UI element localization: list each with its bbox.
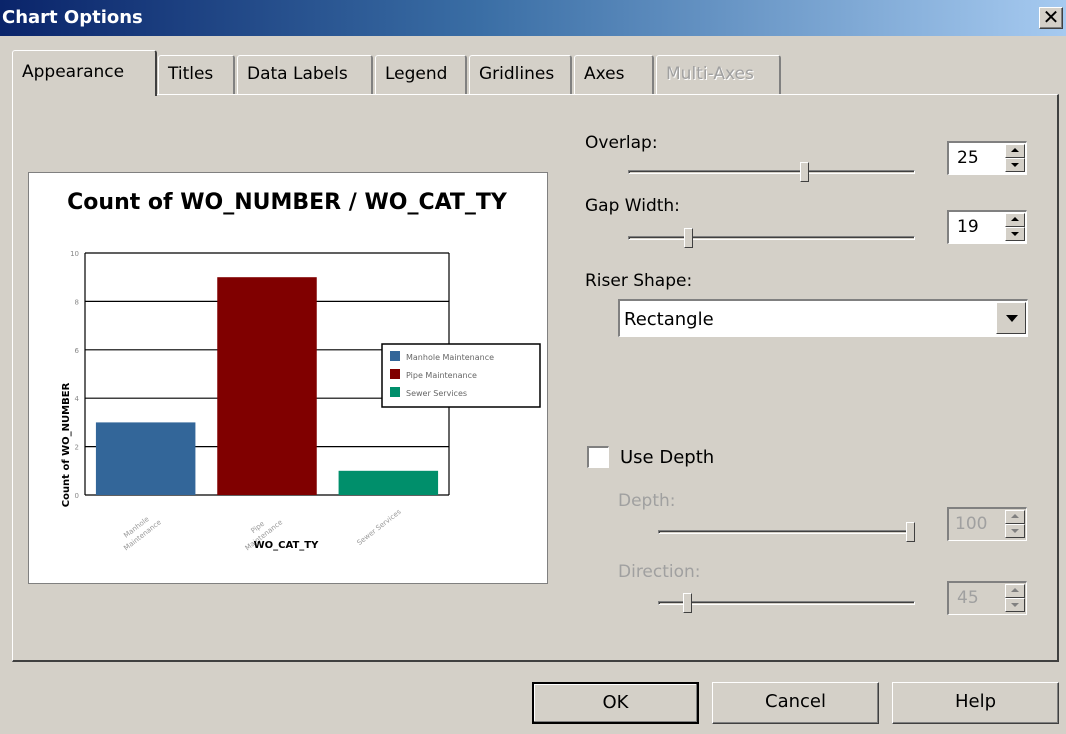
tab-label: Titles [168,64,214,84]
overlap-up-button[interactable] [1005,144,1025,158]
tab-gridlines[interactable]: Gridlines [469,55,572,95]
gap-width-up-button[interactable] [1005,213,1025,227]
tab-label: Axes [584,64,625,84]
gap-width-stepper[interactable]: 19 [947,210,1027,244]
dropdown-button[interactable] [996,302,1026,334]
depth-slider-thumb[interactable] [906,522,915,542]
tab-axes[interactable]: Axes [574,55,654,95]
direction-value: 45 [957,588,979,608]
legend-entry: Manhole Maintenance [406,353,494,362]
chart-title: Count of WO_NUMBER / WO_CAT_TY [67,190,508,215]
gap-width-slider[interactable] [628,236,915,240]
direction-down-button[interactable] [1005,598,1025,612]
close-button[interactable]: ✕ [1039,7,1063,29]
use-depth-checkbox[interactable] [587,446,609,468]
overlap-stepper[interactable]: 25 [947,141,1027,175]
x-axis-label: WO_CAT_TY [254,540,319,551]
close-icon: ✕ [1042,5,1060,29]
overlap-label: Overlap: [585,133,658,153]
y-tick-label: 6 [75,347,80,355]
title-bar: Chart Options ✕ [0,0,1066,36]
arrow-up-icon [1011,588,1019,592]
direction-slider[interactable] [658,601,915,605]
y-tick-label: 8 [75,298,79,306]
direction-up-button[interactable] [1005,584,1025,598]
y-tick-label: 4 [75,395,80,403]
riser-shape-select[interactable]: Rectangle [618,299,1028,337]
arrow-down-icon [1011,163,1019,167]
chart-svg: Count of WO_NUMBER / WO_CAT_TY 0 2 4 6 8 10 M… [61,190,541,552]
x-tick-label: Sewer Services [356,508,403,547]
y-axis-label: Count of WO_NUMBER [61,382,72,507]
chevron-down-icon [1006,315,1018,322]
tab-legend[interactable]: Legend [375,55,467,95]
window-title: Chart Options [2,7,143,28]
arrow-down-icon [1011,603,1019,607]
ok-button[interactable]: OK [532,682,699,724]
help-button[interactable]: Help [892,682,1059,724]
chart-legend: Manhole Maintenance Pipe Maintenance Sewer… [381,343,541,408]
overlap-value: 25 [957,148,979,168]
tab-label: Appearance [22,62,125,82]
depth-value: 100 [955,514,988,534]
riser-shape-value: Rectangle [624,309,714,330]
legend-swatch [390,387,400,397]
direction-stepper[interactable]: 45 [947,581,1027,615]
depth-slider[interactable] [658,530,915,534]
arrow-down-icon [1011,232,1019,236]
bar [338,470,439,495]
legend-swatch [390,351,400,361]
chart-preview: Count of WO_NUMBER / WO_CAT_TY 0 2 4 6 8 10 M… [28,172,548,584]
arrow-down-icon [1011,529,1019,533]
depth-label: Depth: [618,491,676,511]
overlap-slider-thumb[interactable] [800,162,810,182]
tab-label: Legend [385,64,448,84]
overlap-slider[interactable] [628,170,915,174]
cancel-button[interactable]: Cancel [712,682,879,724]
gap-width-down-button[interactable] [1005,227,1025,241]
arrow-up-icon [1011,514,1019,518]
riser-shape-label: Riser Shape: [585,271,693,291]
tab-label: Multi-Axes [666,64,754,84]
arrow-up-icon [1011,217,1019,221]
tab-label: Gridlines [479,64,555,84]
y-tick-label: 10 [70,250,79,258]
tab-titles[interactable]: Titles [158,55,235,95]
gap-width-label: Gap Width: [585,196,680,216]
depth-up-button[interactable] [1005,510,1025,524]
arrow-up-icon [1011,148,1019,152]
use-depth-label[interactable]: Use Depth [620,447,714,468]
depth-stepper[interactable]: 100 [947,507,1027,541]
tab-multi-axes[interactable]: Multi-Axes [656,55,781,95]
gap-width-slider-thumb[interactable] [683,228,693,248]
tab-data-labels[interactable]: Data Labels [237,55,373,95]
overlap-down-button[interactable] [1005,158,1025,172]
y-tick-label: 2 [75,444,79,452]
y-tick-label: 0 [75,492,79,500]
gap-width-value: 19 [957,217,979,237]
tab-label: Data Labels [247,64,348,84]
bar [217,277,317,495]
tab-appearance[interactable]: Appearance [12,50,157,96]
legend-swatch [390,369,400,379]
legend-entry: Sewer Services [406,389,467,398]
direction-label: Direction: [618,562,701,582]
legend-entry: Pipe Maintenance [406,371,477,380]
direction-slider-thumb[interactable] [682,593,692,613]
bar [95,422,196,495]
depth-down-button[interactable] [1005,524,1025,538]
